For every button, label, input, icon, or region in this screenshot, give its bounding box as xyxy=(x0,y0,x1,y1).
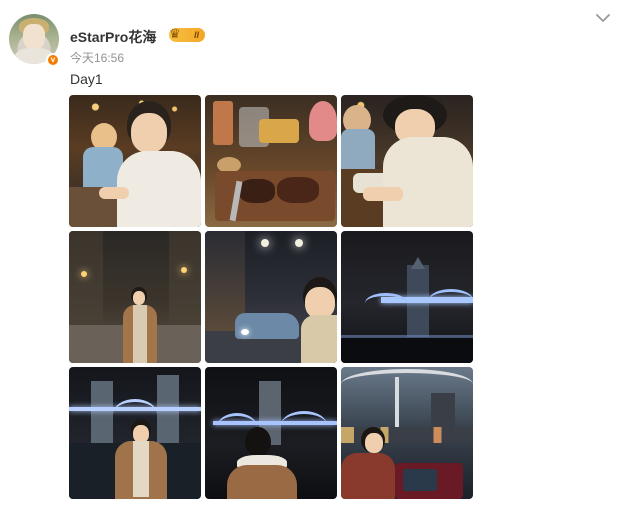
chevron-down-icon[interactable] xyxy=(595,12,611,24)
photo-restaurant-seated[interactable] xyxy=(341,95,473,227)
photo-grid xyxy=(69,95,473,499)
photo-restaurant-selfie[interactable] xyxy=(69,95,201,227)
vip-badge[interactable]: ♛ II xyxy=(169,26,205,42)
post-text: Day1 xyxy=(70,71,103,87)
photo-night-street[interactable] xyxy=(69,231,201,363)
photo-tower-bridge-back-view[interactable] xyxy=(205,367,337,499)
weibo-post: v eStarPro花海 ♛ II 今天16:56 Day1 xyxy=(0,0,624,507)
crown-icon: ♛ xyxy=(169,26,181,41)
photo-tower-bridge-night[interactable] xyxy=(341,231,473,363)
username[interactable]: eStarPro花海 xyxy=(70,27,156,47)
avatar-face xyxy=(23,24,45,50)
post-timestamp[interactable]: 今天16:56 xyxy=(70,49,124,66)
photo-steak-dinner[interactable] xyxy=(205,95,337,227)
vip-level: II xyxy=(193,30,199,40)
verified-v-icon: v xyxy=(46,53,60,67)
photo-tower-bridge-portrait[interactable] xyxy=(69,367,201,499)
photo-riverside-photo-taking[interactable] xyxy=(341,367,473,499)
photo-street-car-selfie[interactable] xyxy=(205,231,337,363)
